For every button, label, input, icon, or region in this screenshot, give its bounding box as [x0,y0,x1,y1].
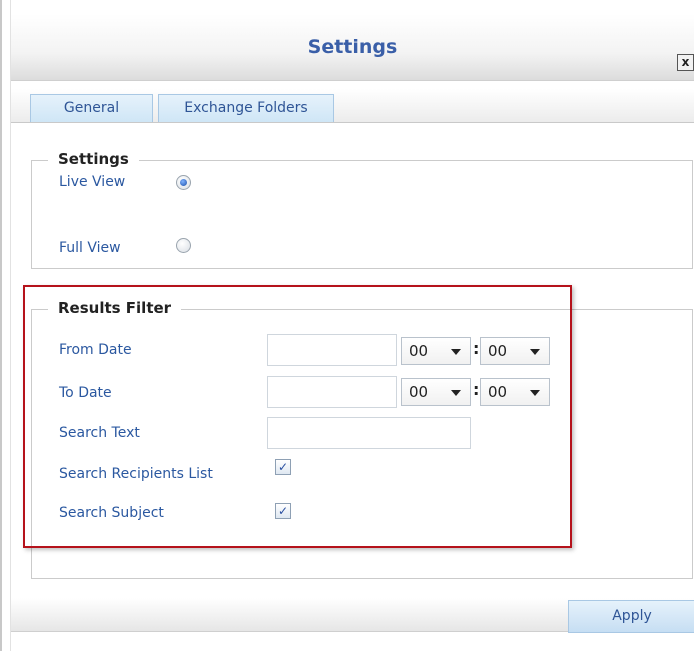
window-edge [0,0,2,651]
from-date-input[interactable] [267,334,397,366]
dialog-title: Settings [307,36,398,58]
close-icon: x [681,55,690,69]
chevron-down-icon [451,349,461,355]
settings-group-legend: Settings [48,150,139,168]
full-view-label: Full View [59,240,121,256]
from-date-label: From Date [59,342,132,358]
from-minute-value: 00 [488,342,508,360]
to-date-label: To Date [59,385,112,401]
to-time-separator: : [473,380,480,399]
search-subject-label: Search Subject [59,505,164,521]
chevron-down-icon [530,349,540,355]
from-hour-value: 00 [409,342,429,360]
tab-exchange-folders[interactable]: Exchange Folders [158,94,334,122]
to-hour-value: 00 [409,383,429,401]
settings-group [31,160,693,269]
results-filter-legend: Results Filter [48,299,182,317]
tab-general[interactable]: General [30,94,153,122]
from-time-separator: : [473,339,480,358]
close-button[interactable]: x [677,54,694,71]
to-minute-value: 00 [488,383,508,401]
full-view-radio[interactable] [176,238,191,253]
live-view-label: Live View [59,174,126,190]
dialog-footer: Apply [11,598,694,633]
from-minute-select[interactable]: 00 [480,337,550,365]
search-subject-checkbox[interactable]: ✓ [275,503,291,519]
search-recipients-label: Search Recipients List [59,466,213,482]
search-text-input[interactable] [267,417,471,449]
chevron-down-icon [530,390,540,396]
to-hour-select[interactable]: 00 [401,378,471,406]
tab-bar: General Exchange Folders [11,89,694,123]
search-recipients-checkbox[interactable]: ✓ [275,459,291,475]
to-date-input[interactable] [267,376,397,408]
to-minute-select[interactable]: 00 [480,378,550,406]
apply-button[interactable]: Apply [568,600,694,633]
general-tab-panel: Settings Live View Full View Results Fil… [11,123,694,598]
chevron-down-icon [451,390,461,396]
search-text-label: Search Text [59,425,140,441]
from-hour-select[interactable]: 00 [401,337,471,365]
dialog-titlebar: Settings x [11,14,694,81]
live-view-radio[interactable] [176,175,191,190]
